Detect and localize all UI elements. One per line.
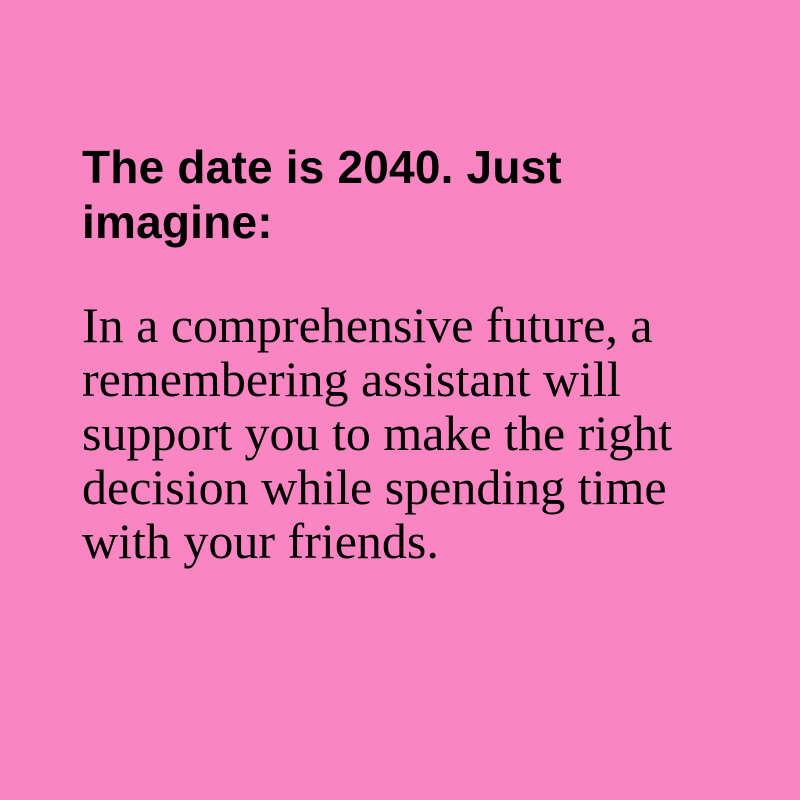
body-text: In a comprehensive future, a remembering… <box>82 297 673 569</box>
poster-card: The date is 2040. Just imagine: In a com… <box>0 0 800 800</box>
heading: The date is 2040. Just imagine: <box>82 141 562 248</box>
